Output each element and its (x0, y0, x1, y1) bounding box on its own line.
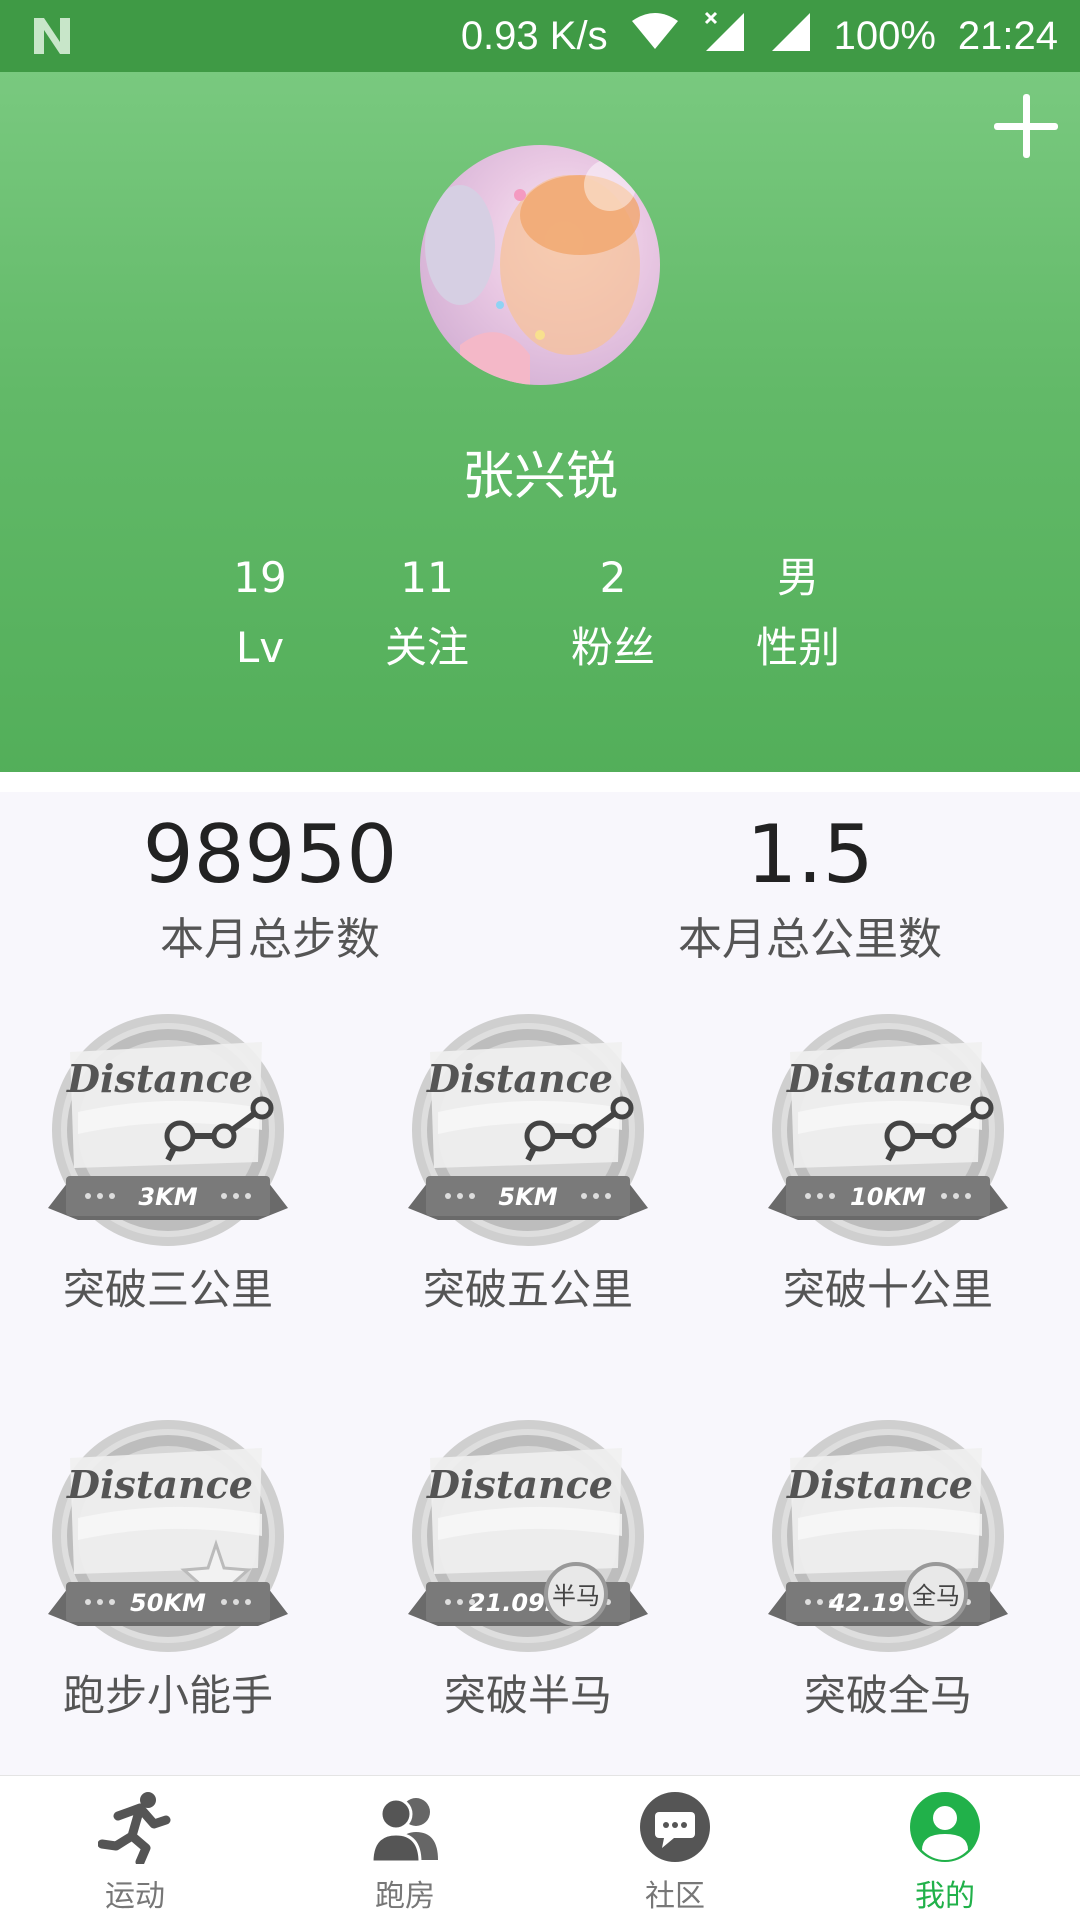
network-speed: 0.93 K/s (460, 13, 608, 58)
battery-level: 100% (833, 13, 936, 58)
svg-text:Distance: Distance (426, 1462, 613, 1507)
badge-item[interactable]: Distance 10KM 突破十公里 (758, 1012, 1018, 1320)
distance-medal-icon: Distance 21.09KM 半马 (408, 1420, 648, 1652)
distance-medal-icon: Distance 10KM (768, 1014, 1008, 1246)
nav-label: 我的 (915, 1879, 975, 1914)
total-km-value: 1.5 (746, 808, 874, 901)
stat-fans[interactable]: 2 粉丝 (523, 548, 703, 678)
total-km-label: 本月总公里数 (678, 914, 942, 965)
badge-label: 突破十公里 (782, 1265, 993, 1314)
svg-text:Distance: Distance (426, 1056, 613, 1101)
distance-medal-icon: Distance 5KM (408, 1014, 648, 1246)
svg-text:Distance: Distance (786, 1056, 973, 1101)
svg-text:Distance: Distance (786, 1462, 973, 1507)
total-steps-label: 本月总步数 (160, 914, 380, 965)
badge-item[interactable]: Distance 21.09KM 半马 突破半马 (398, 1418, 658, 1726)
distance-medal-icon: Distance 3KM (48, 1014, 288, 1246)
total-steps: 98950 本月总步数 (90, 800, 450, 970)
svg-text:10KM: 10KM (850, 1183, 926, 1211)
wifi-icon (630, 11, 680, 61)
stat-following[interactable]: 11 关注 (337, 548, 517, 678)
username: 张兴锐 (461, 447, 618, 507)
svg-text:Distance: Distance (66, 1056, 253, 1101)
svg-text:3KM: 3KM (138, 1183, 197, 1211)
svg-text:半马: 半马 (552, 1582, 600, 1610)
svg-text:50KM: 50KM (130, 1589, 206, 1617)
stat-value: 2 (599, 553, 627, 602)
nav-label: 运动 (105, 1879, 165, 1914)
total-km: 1.5 本月总公里数 (630, 800, 990, 970)
nav-label: 社区 (645, 1879, 705, 1914)
badge-tag: 半马 (544, 1562, 608, 1626)
avatar[interactable] (420, 145, 660, 385)
bottom-nav: 运动 跑房 社区 我的 (0, 1775, 1080, 1921)
badge-item[interactable]: Distance 42.19KM 全马 突破全马 (758, 1418, 1018, 1726)
badge-label: 跑步小能手 (62, 1671, 273, 1720)
stat-value: 11 (400, 553, 454, 602)
stat-label: 性别 (755, 623, 840, 672)
running-man-icon (98, 1792, 171, 1864)
badge-tag: 全马 (904, 1562, 968, 1626)
badge-item[interactable]: Distance 50KM 跑步小能手 (38, 1418, 298, 1726)
nav-room[interactable]: 跑房 (270, 1776, 540, 1921)
svg-text:全马: 全马 (912, 1582, 960, 1610)
add-button[interactable] (994, 94, 1058, 158)
nav-sport[interactable]: 运动 (0, 1776, 270, 1921)
nav-community[interactable]: 社区 (540, 1776, 810, 1921)
badge-label: 突破全马 (803, 1671, 972, 1720)
badge-label: 突破半马 (443, 1671, 612, 1720)
distance-medal-icon: Distance 42.19KM 全马 (768, 1420, 1008, 1652)
stat-label: 粉丝 (570, 623, 655, 672)
clock: 21:24 (957, 13, 1058, 58)
stat-gender[interactable]: 男 性别 (708, 548, 888, 678)
badge-label: 突破三公里 (62, 1265, 273, 1314)
nav-me[interactable]: 我的 (810, 1776, 1080, 1921)
badge-item[interactable]: Distance 3KM 突破三公里 (38, 1012, 298, 1320)
signal-icon (768, 9, 812, 63)
stat-level[interactable]: 19 Lv (170, 548, 350, 678)
stat-value: 男 (776, 553, 819, 602)
svg-text:5KM: 5KM (498, 1183, 557, 1211)
status-bar: 0.93 K/s 100% 21:24 (0, 0, 1080, 72)
badge-item[interactable]: Distance 5KM 突破五公里 (398, 1012, 658, 1320)
profile-header: 张兴锐 19 Lv 11 关注 2 粉丝 男 性别 (0, 72, 1080, 792)
distance-medal-icon: Distance 50KM (48, 1420, 288, 1652)
total-steps-value: 98950 (142, 808, 398, 901)
notification-n-icon (30, 14, 74, 68)
profile-icon (910, 1792, 980, 1862)
chat-bubble-icon (640, 1792, 710, 1862)
svg-text:Distance: Distance (66, 1462, 253, 1507)
badge-label: 突破五公里 (422, 1265, 633, 1314)
stat-label: Lv (235, 623, 285, 672)
nav-label: 跑房 (375, 1879, 435, 1914)
signal-off-icon (702, 9, 746, 63)
stat-label: 关注 (384, 623, 469, 672)
people-icon (370, 1797, 438, 1864)
stat-value: 19 (233, 553, 287, 602)
